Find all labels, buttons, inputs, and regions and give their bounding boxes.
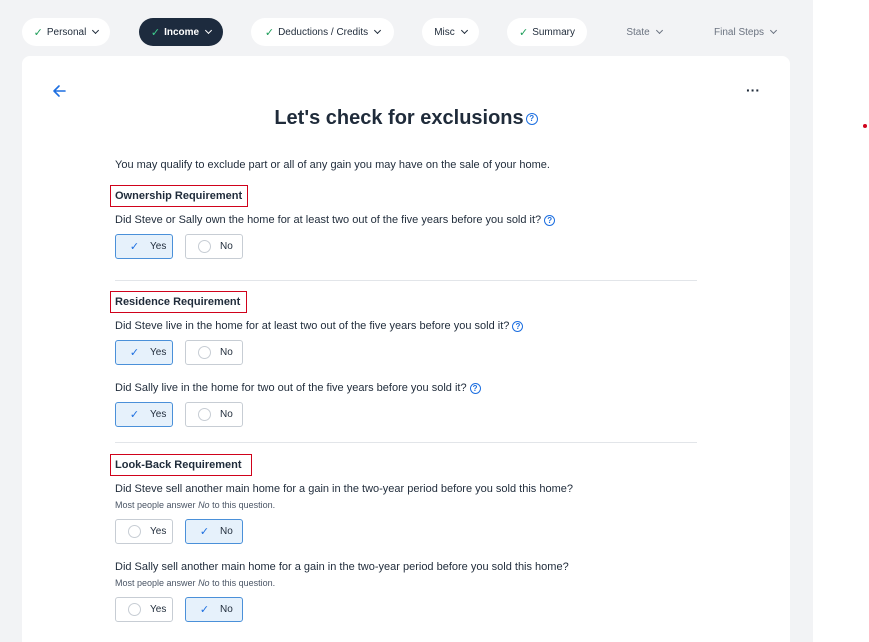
option-label: Yes (150, 526, 167, 537)
nav-item-income[interactable]: ✓ Income (139, 18, 223, 46)
chevron-down-icon (769, 26, 778, 35)
radio-circle-icon (198, 346, 211, 359)
option-label: No (220, 347, 233, 358)
lookback-steve-no-option[interactable]: ✓ No (185, 519, 243, 544)
section-heading-look-back: Look-Back Requirement (110, 454, 252, 476)
nav-item-label: State (626, 26, 650, 38)
residence-sally-yes-option[interactable]: ✓ Yes (115, 402, 173, 427)
nav-item-label: Misc (434, 26, 455, 38)
question-text: Did Sally live in the home for two out o… (115, 382, 467, 394)
question-hint: Most people answer No to this question. (115, 500, 275, 510)
check-icon: ✓ (129, 241, 140, 253)
red-dot-marker (863, 124, 867, 128)
residence-steve-yes-option[interactable]: ✓ Yes (115, 340, 173, 365)
chevron-down-icon (655, 26, 663, 35)
intro-text: You may qualify to exclude part or all o… (115, 159, 550, 171)
section-divider (115, 280, 697, 281)
chevron-down-icon (205, 26, 213, 35)
page-title: Let's check for exclusions? (22, 107, 790, 130)
chevron-down-icon (92, 26, 100, 35)
option-label: Yes (150, 409, 167, 420)
question-text: Did Steve or Sally own the home for at l… (115, 214, 542, 226)
check-icon: ✓ (150, 26, 161, 39)
help-icon[interactable]: ? (525, 112, 538, 125)
nav-item-label: Personal (46, 26, 87, 38)
check-icon: ✓ (33, 26, 43, 39)
section-heading-text: Ownership Requirement (115, 190, 243, 202)
main-card: ··· Let's check for exclusions? You may … (22, 56, 790, 642)
option-label: Yes (150, 347, 167, 358)
radio-circle-icon (128, 525, 141, 538)
option-label: Yes (150, 241, 167, 252)
question-lookback-sally: Did Sally sell another main home for a g… (115, 561, 569, 573)
section-heading-text: Look-Back Requirement (115, 459, 242, 471)
radio-circle-icon (198, 240, 211, 253)
option-label: No (220, 526, 233, 537)
question-lookback-steve: Did Steve sell another main home for a g… (115, 483, 573, 495)
option-label: No (220, 409, 233, 420)
residence-steve-no-option[interactable]: No (185, 340, 243, 365)
nav-item-state[interactable]: State (615, 18, 673, 46)
question-ownership: Did Steve or Sally own the home for at l… (115, 214, 556, 226)
hint-text: to this question. (212, 500, 276, 510)
radio-circle-icon (198, 408, 211, 421)
lookback-steve-yes-option[interactable]: Yes (115, 519, 173, 544)
nav-item-misc[interactable]: Misc (422, 18, 479, 46)
question-hint: Most people answer No to this question. (115, 578, 275, 588)
lookback-sally-yes-option[interactable]: Yes (115, 597, 173, 622)
question-residence-sally: Did Sally live in the home for two out o… (115, 382, 481, 394)
check-icon: ✓ (199, 526, 210, 538)
ownership-yes-option[interactable]: ✓ Yes (115, 234, 173, 259)
section-divider (115, 442, 697, 443)
help-icon[interactable]: ? (469, 382, 481, 394)
nav-item-label: Final Steps (713, 26, 765, 38)
radio-circle-icon (128, 603, 141, 616)
option-label: Yes (150, 604, 167, 615)
hint-emphasis: No (198, 500, 210, 510)
hint-emphasis: No (198, 578, 210, 588)
residence-sally-no-option[interactable]: No (185, 402, 243, 427)
check-icon: ✓ (129, 347, 140, 359)
more-options-icon[interactable]: ··· (746, 83, 760, 97)
section-heading-residence: Residence Requirement (110, 291, 247, 313)
nav-item-label: Summary (532, 26, 575, 38)
question-text: Did Sally sell another main home for a g… (115, 561, 569, 573)
chevron-down-icon (374, 26, 382, 35)
help-icon[interactable]: ? (544, 214, 556, 226)
check-icon: ✓ (199, 604, 210, 616)
nav-item-label: Deductions / Credits (278, 26, 369, 38)
hint-text: to this question. (212, 578, 276, 588)
nav-item-final-steps[interactable]: Final Steps (703, 18, 787, 46)
page-title-text: Let's check for exclusions (274, 107, 524, 129)
chevron-down-icon (460, 26, 468, 35)
hint-text: Most people answer (115, 578, 196, 588)
hint-text: Most people answer (115, 500, 196, 510)
option-label: No (220, 604, 233, 615)
back-arrow-icon[interactable] (52, 84, 66, 98)
question-residence-steve: Did Steve live in the home for at least … (115, 320, 524, 332)
ownership-no-option[interactable]: No (185, 234, 243, 259)
nav-item-label: Income (164, 26, 200, 38)
nav-item-summary[interactable]: ✓ Summary (507, 18, 587, 46)
nav-item-deductions-credits[interactable]: ✓ Deductions / Credits (251, 18, 394, 46)
check-icon: ✓ (264, 26, 275, 39)
check-icon: ✓ (518, 26, 529, 39)
check-icon: ✓ (129, 409, 140, 421)
question-text: Did Steve sell another main home for a g… (115, 483, 573, 495)
step-navigation: ✓ Personal ✓ Income ✓ Deductions / Credi… (0, 18, 813, 46)
question-text: Did Steve live in the home for at least … (115, 320, 510, 332)
section-heading-text: Residence Requirement (115, 296, 241, 308)
lookback-sally-no-option[interactable]: ✓ No (185, 597, 243, 622)
section-heading-ownership: Ownership Requirement (110, 185, 248, 207)
nav-item-personal[interactable]: ✓ Personal (22, 18, 110, 46)
help-icon[interactable]: ? (512, 320, 524, 332)
option-label: No (220, 241, 233, 252)
